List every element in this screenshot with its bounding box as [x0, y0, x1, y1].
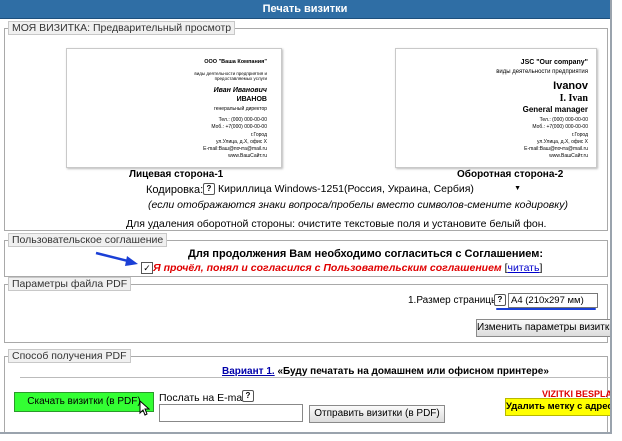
print-card-window: Печать визитки МОЯ ВИЗИТКА: Предваритель… — [0, 0, 612, 434]
front-company: ООО "Ваша Компания" — [204, 59, 267, 65]
page-size-label: 1.Размер страницы: — [408, 295, 501, 306]
email-input[interactable] — [159, 404, 303, 422]
back-caption: Оборотная сторона-2 — [457, 169, 564, 180]
front-site: www.ВашСайт.ru — [228, 153, 267, 159]
front-address: ул.Улица, д.X, офис X — [215, 139, 267, 145]
pdf-params-legend: Параметры файла PDF — [8, 277, 132, 291]
variant-heading: Вариант 1. «Буду печатать на домашнем ил… — [222, 366, 549, 377]
back-mobile: Моб.: +7(000) 000-00-00 — [532, 124, 588, 130]
change-card-params-button[interactable]: Изменить параметры визитки — [476, 319, 610, 337]
remove-label-button[interactable]: Удалить метку с адреса — [505, 398, 610, 416]
variant-text: «Буду печатать на домашнем или офисном п… — [277, 366, 549, 377]
delivery-divider — [20, 377, 610, 378]
agreement-heading: Для продолжения Вам необходимо согласить… — [188, 248, 544, 260]
send-pdf-button[interactable]: Отправить визитки (в PDF) — [309, 405, 445, 423]
back-last-name: Ivanov — [553, 80, 588, 92]
front-position: генеральный директор — [214, 106, 267, 112]
delivery-legend: Способ получения PDF — [8, 349, 131, 363]
front-mobile: Моб.: +7(000) 000-00-00 — [211, 124, 267, 130]
back-remove-hint: Для удаления оборотной стороны: очистите… — [126, 218, 547, 230]
page-size-select[interactable]: A4 (210x297 мм) — [508, 293, 598, 308]
read-agreement-link[interactable]: читать — [508, 262, 540, 274]
page-size-underline — [496, 308, 596, 310]
agreement-row: Я прочёл, понял и согласился с Пользоват… — [153, 262, 542, 274]
back-position: General manager — [522, 105, 588, 114]
agreement-checkbox-label: Я прочёл, понял и согласился с Пользоват… — [153, 262, 502, 274]
front-phone: Тел.: (000) 000-00-00 — [218, 117, 267, 123]
variant-label: Вариант 1. — [222, 366, 275, 377]
encoding-label: Кодировка: — [146, 184, 204, 196]
back-phone: Тел.: (000) 000-00-00 — [539, 117, 588, 123]
back-address: ул.Улица, д.X, офис X — [536, 139, 588, 145]
front-activity: виды деятельности предприятия и предоста… — [194, 71, 267, 82]
download-pdf-button[interactable]: Скачать визитки (в PDF) — [14, 392, 154, 412]
read-link-bracket-close: ] — [539, 262, 543, 274]
agreement-legend: Пользовательское соглашение — [8, 233, 168, 247]
back-first-name: I. Ivan — [559, 93, 588, 104]
front-last-name: ИВАНОВ — [236, 96, 267, 103]
back-company: JSC "Our company" — [520, 59, 588, 66]
encoding-hint: (если отображаются знаки вопроса/пробелы… — [148, 199, 568, 211]
back-site: www.ВашСайт.ru — [549, 153, 588, 159]
encoding-select[interactable]: Кириллица Windows-1251(Россия, Украина, … — [218, 182, 523, 196]
encoding-help-icon[interactable]: ? — [203, 183, 215, 195]
front-caption: Лицевая сторона-1 — [129, 169, 224, 180]
mouse-cursor-icon — [139, 400, 150, 416]
preview-legend: МОЯ ВИЗИТКА: Предварительный просмотр — [8, 21, 236, 35]
back-city: г.Город — [571, 132, 588, 138]
back-activity: виды деятельности предприятия — [496, 69, 588, 75]
agreement-checkbox[interactable]: ✓ — [141, 262, 153, 274]
arrow-pointer-icon — [95, 251, 138, 266]
front-email: E-mail:Ваш@почта@mail.ru — [203, 146, 267, 152]
front-city: г.Город — [250, 132, 267, 138]
encoding-select-value: Кириллица Windows-1251(Россия, Украина, … — [218, 183, 474, 195]
page-title: Печать визитки — [0, 0, 610, 19]
back-card-preview: JSC "Our company" виды деятельности пред… — [395, 48, 597, 168]
back-email: E-mail:Ваш@почта@mail.ru — [524, 146, 588, 152]
page-size-help-icon[interactable]: ? — [494, 294, 506, 306]
chevron-down-icon: ▼ — [514, 185, 521, 192]
front-card-preview: ООО "Ваша Компания" виды деятельности пр… — [66, 48, 282, 168]
email-label: Послать на E-mail: — [159, 392, 250, 404]
front-first-name: Иван Иванович — [213, 87, 267, 94]
email-help-icon[interactable]: ? — [242, 390, 254, 402]
